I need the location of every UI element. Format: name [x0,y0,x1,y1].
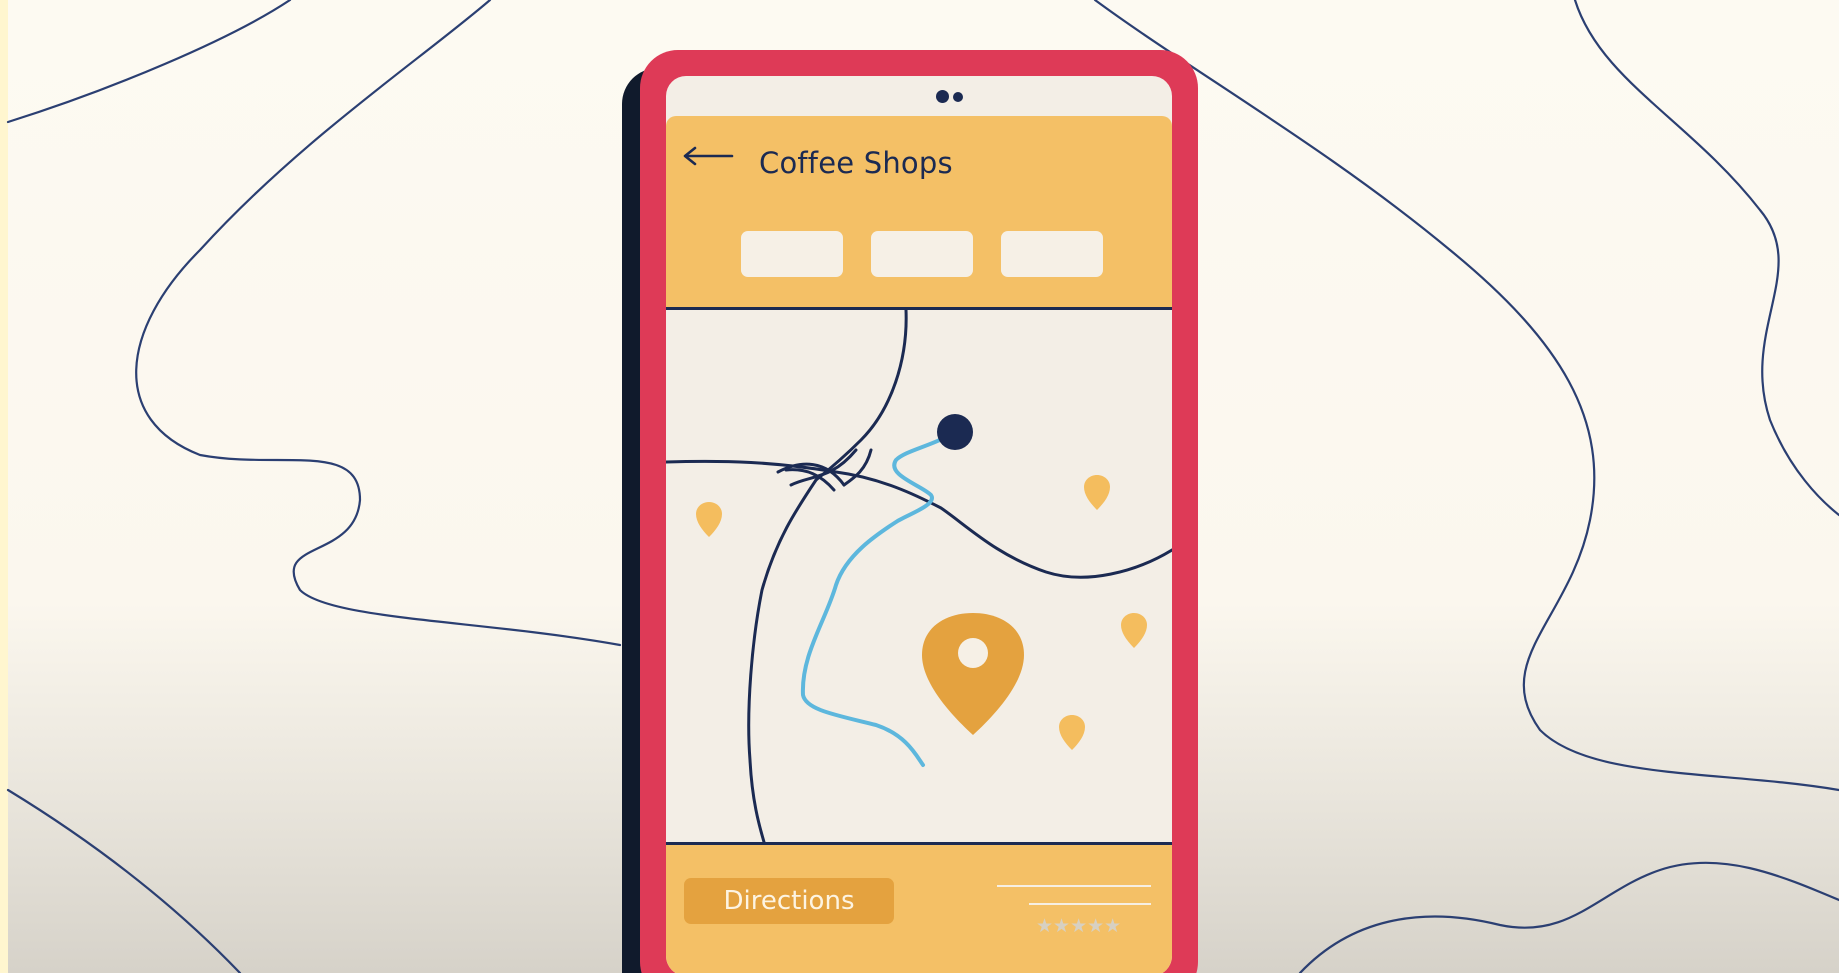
filter-chip-1[interactable] [741,231,843,277]
filter-chip-group [741,231,1103,277]
map-view[interactable] [666,310,1172,842]
arrow-left-icon[interactable] [682,144,734,168]
illustration-scene: Coffee Shops Directions ★★★★★ [0,0,1839,973]
filter-chip-3[interactable] [1001,231,1103,277]
app-header: Coffee Shops [666,116,1172,310]
front-camera [936,90,963,103]
location-dot-icon[interactable] [937,414,973,450]
camera-sensor-icon [953,91,963,102]
place-info-placeholder [991,885,1151,907]
star-rating: ★★★★★ [1036,915,1122,937]
phone-frame: Coffee Shops Directions ★★★★★ [640,50,1198,973]
info-line-1 [997,885,1151,887]
phone-screen: Coffee Shops Directions ★★★★★ [666,76,1172,973]
page-title: Coffee Shops [759,146,953,180]
info-line-2 [1029,903,1151,905]
directions-button[interactable]: Directions [684,878,894,924]
filter-chip-2[interactable] [871,231,973,277]
camera-lens-icon [936,90,949,103]
place-detail-panel: Directions ★★★★★ [666,842,1172,973]
